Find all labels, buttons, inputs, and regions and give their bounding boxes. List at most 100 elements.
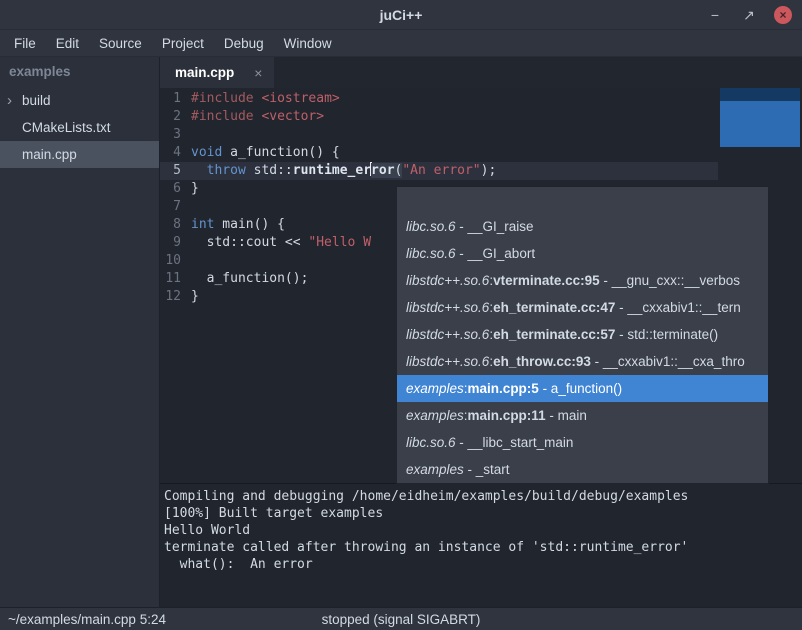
terminal-line: Hello World xyxy=(164,522,798,539)
code-token: ); xyxy=(481,163,497,178)
stack-frame[interactable]: libstdc++.so.6:eh_throw.cc:93 - __cxxabi… xyxy=(397,348,768,375)
code-token: runtime_er xyxy=(293,163,371,178)
chevron-right-icon[interactable]: › xyxy=(7,93,22,108)
module-name: libc.so.6 xyxy=(406,435,456,450)
stack-frame[interactable]: libc.so.6 - __libc_start_main xyxy=(397,429,768,456)
frame-function: - __GI_abort xyxy=(456,246,536,261)
frame-location: main.cpp:11 xyxy=(468,408,546,423)
menu-project[interactable]: Project xyxy=(152,32,214,55)
terminal-output[interactable]: Compiling and debugging /home/eidheim/ex… xyxy=(160,483,802,607)
stack-frame[interactable]: libc.so.6 - __GI_raise xyxy=(397,213,768,240)
frame-function: - __cxxabiv1::__tern xyxy=(615,300,740,315)
frame-function: - _start xyxy=(464,462,510,477)
line-number: 3 xyxy=(160,126,191,144)
window-title: juCi++ xyxy=(0,7,802,23)
stack-frame[interactable]: libstdc++.so.6:eh_terminate.cc:47 - __cx… xyxy=(397,294,768,321)
line-number: 2 xyxy=(160,108,191,126)
line-number: 7 xyxy=(160,198,191,216)
stack-frame[interactable]: libstdc++.so.6:eh_terminate.cc:57 - std:… xyxy=(397,321,768,348)
code-line-4[interactable]: 4void a_function() { xyxy=(160,144,802,162)
code-token: } xyxy=(191,289,199,304)
frame-function: - std::terminate() xyxy=(615,327,718,342)
frame-function: - __gnu_cxx::__verbos xyxy=(600,273,740,288)
juci-window: juCi++ − ↗ × FileEditSourceProjectDebugW… xyxy=(0,0,802,630)
window-controls: − ↗ × xyxy=(706,0,792,30)
code-token: ror xyxy=(371,163,394,178)
terminal-line: what(): An error xyxy=(164,556,798,573)
frame-function: - __cxxabiv1::__cxa_thro xyxy=(591,354,745,369)
module-name: libstdc++.so.6 xyxy=(406,354,489,369)
code-text: std::cout << "Hello W xyxy=(191,234,371,252)
stack-frame[interactable]: examples:main.cpp:5 - a_function() xyxy=(397,375,768,402)
code-token: main() { xyxy=(214,217,284,232)
code-text: int main() { xyxy=(191,216,285,234)
module-name: examples xyxy=(406,408,464,423)
menu-edit[interactable]: Edit xyxy=(46,32,89,55)
menu-debug[interactable]: Debug xyxy=(214,32,274,55)
close-tab-icon[interactable]: × xyxy=(254,65,262,81)
stack-frame[interactable]: examples:main.cpp:11 - main xyxy=(397,402,768,429)
frame-location: eh_terminate.cc:47 xyxy=(493,300,615,315)
line-number: 5 xyxy=(160,162,191,180)
stack-popup-spacer xyxy=(397,187,768,213)
code-token: #include xyxy=(191,91,254,106)
tree-item-label: build xyxy=(22,93,51,108)
stack-frame[interactable]: libstdc++.so.6:vterminate.cc:95 - __gnu_… xyxy=(397,267,768,294)
minimize-icon[interactable]: − xyxy=(706,6,724,24)
line-number: 9 xyxy=(160,234,191,252)
frame-function: - __libc_start_main xyxy=(456,435,574,450)
statusbar: ~/examples/main.cpp 5:24 stopped (signal… xyxy=(0,607,802,630)
code-line-3[interactable]: 3 xyxy=(160,126,802,144)
code-token: throw xyxy=(207,163,246,178)
stack-frame[interactable]: examples - _start xyxy=(397,456,768,483)
code-token: #include xyxy=(191,109,254,124)
menu-source[interactable]: Source xyxy=(89,32,152,55)
code-token: a_function() { xyxy=(222,145,339,160)
code-token: std:: xyxy=(246,163,293,178)
module-name: libc.so.6 xyxy=(406,219,456,234)
code-line-1[interactable]: 1#include <iostream> xyxy=(160,90,802,108)
code-line-2[interactable]: 2#include <vector> xyxy=(160,108,802,126)
file-tree: ›build CMakeLists.txt main.cpp xyxy=(0,87,159,168)
tab-main-cpp[interactable]: main.cpp × xyxy=(160,57,274,88)
code-token: "An error" xyxy=(402,163,480,178)
terminal-line: Compiling and debugging /home/eidheim/ex… xyxy=(164,488,798,505)
stack-frame[interactable]: libc.so.6 - __GI_abort xyxy=(397,240,768,267)
code-token xyxy=(191,163,207,178)
module-name: libc.so.6 xyxy=(406,246,456,261)
code-text: #include <vector> xyxy=(191,108,324,126)
module-name: libstdc++.so.6 xyxy=(406,273,489,288)
file-tree-sidebar: examples ›build CMakeLists.txt main.cpp xyxy=(0,57,160,607)
frame-function: - main xyxy=(546,408,587,423)
stack-trace-popup: libc.so.6 - __GI_raiselibc.so.6 - __GI_a… xyxy=(396,186,769,484)
sidebar-item-build[interactable]: ›build xyxy=(0,87,159,114)
line-number: 11 xyxy=(160,270,191,288)
tree-item-label: CMakeLists.txt xyxy=(22,120,111,135)
menu-window[interactable]: Window xyxy=(274,32,342,55)
terminal-line: [100%] Built target examples xyxy=(164,505,798,522)
line-number: 12 xyxy=(160,288,191,306)
frame-function: - __GI_raise xyxy=(456,219,534,234)
frame-location: eh_throw.cc:93 xyxy=(493,354,591,369)
code-token: } xyxy=(191,181,199,196)
frame-function: - a_function() xyxy=(539,381,622,396)
debug-status: stopped (signal SIGABRT) xyxy=(0,612,802,627)
menu-file[interactable]: File xyxy=(4,32,46,55)
tab-label: main.cpp xyxy=(175,65,234,80)
code-line-5[interactable]: 5 throw std::runtime_error("An error"); xyxy=(160,162,802,180)
tooltip-panel xyxy=(720,88,800,147)
code-token: std::cout << xyxy=(191,235,308,250)
sidebar-item-main-cpp[interactable]: main.cpp xyxy=(0,141,159,168)
maximize-icon[interactable]: ↗ xyxy=(740,6,758,24)
line-number: 6 xyxy=(160,180,191,198)
code-text: } xyxy=(191,180,199,198)
code-token: int xyxy=(191,217,214,232)
frame-location: main.cpp:5 xyxy=(468,381,539,396)
code-token: <iostream> xyxy=(261,91,339,106)
close-icon[interactable]: × xyxy=(774,6,792,24)
sidebar-item-cmakelists-txt[interactable]: CMakeLists.txt xyxy=(0,114,159,141)
terminal-line: terminate called after throwing an insta… xyxy=(164,539,798,556)
module-name: examples xyxy=(406,462,464,477)
code-text: void a_function() { xyxy=(191,144,340,162)
project-name-header: examples xyxy=(0,57,159,87)
